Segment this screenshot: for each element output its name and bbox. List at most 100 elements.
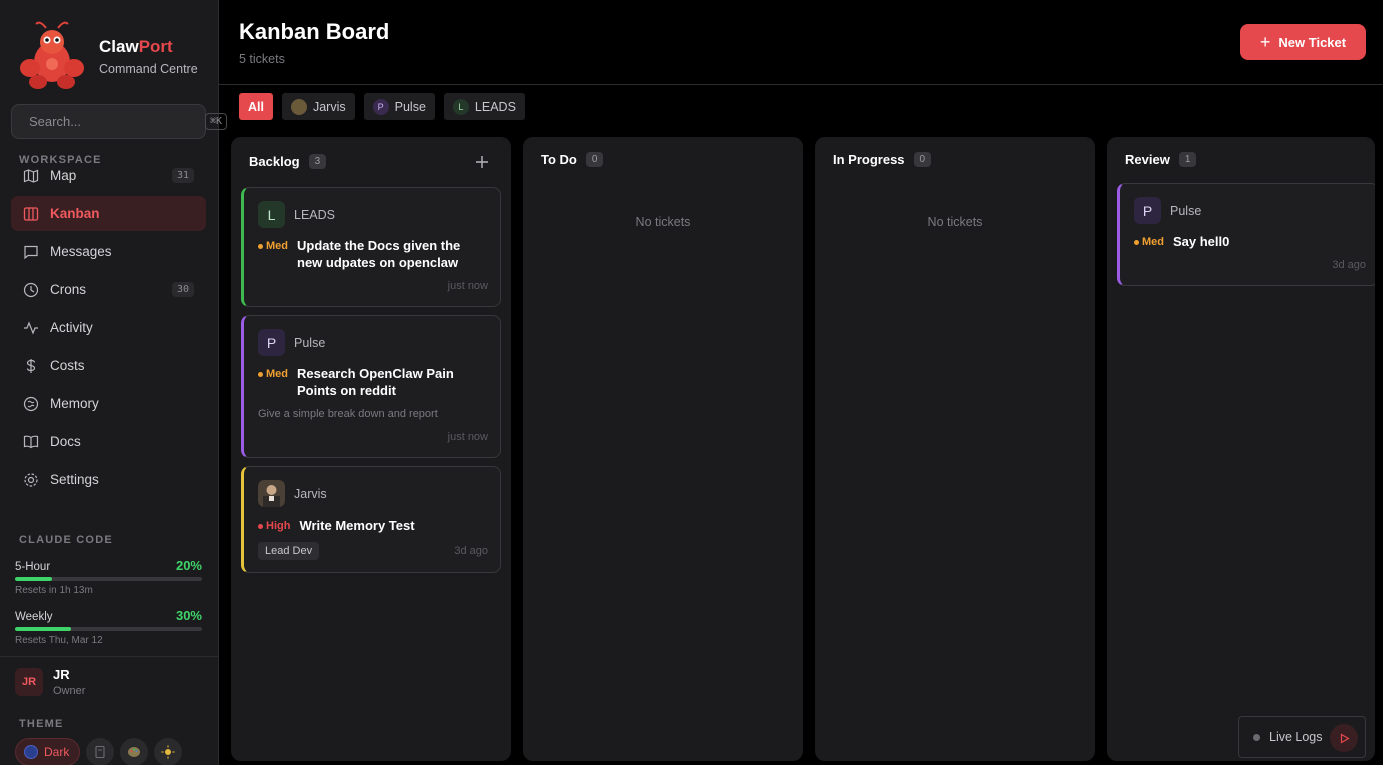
filter-all[interactable]: All — [239, 93, 273, 120]
column-title: To Do — [541, 152, 577, 167]
theme-palette-button[interactable] — [120, 738, 149, 765]
column-backlog: Backlog 3 L LEADS Med Update the Docs gi… — [231, 137, 511, 761]
owner-name: Pulse — [294, 335, 326, 350]
ticket-title: Say hell0 — [1173, 234, 1230, 249]
status-dot — [1253, 733, 1260, 741]
column-title: Review — [1125, 152, 1170, 167]
theme-book-button[interactable] — [86, 738, 115, 765]
ticket-description: Give a simple break down and report — [258, 408, 438, 420]
owner-avatar: P — [258, 329, 285, 356]
owner-avatar: P — [1134, 197, 1161, 224]
theme-dark-button[interactable]: Dark — [15, 738, 81, 765]
ticket-title: Update the Docs given the new udpates on… — [297, 238, 461, 270]
owner-name: Jarvis — [294, 486, 327, 501]
column-todo: To Do 0 No tickets — [523, 137, 803, 761]
priority-badge: High — [258, 520, 290, 532]
priority-badge: Med — [258, 368, 288, 380]
user-profile[interactable]: JR JR Owner — [15, 667, 85, 697]
gear-icon — [24, 472, 38, 487]
brand-name: ClawPort — [99, 36, 173, 56]
dollar-icon — [26, 358, 36, 373]
sidebar-item-memory[interactable]: Memory — [11, 386, 206, 421]
ticket-count: 5 tickets — [239, 52, 285, 66]
usage-5hour: 5-Hour 20% Resets in 1h 13m — [15, 558, 202, 596]
owner-name: LEADS — [294, 207, 335, 222]
globe-icon — [24, 745, 38, 759]
kanban-icon — [23, 206, 39, 221]
ticket-card[interactable]: L LEADS Med Update the Docs given the ne… — [241, 187, 501, 307]
activity-icon — [24, 320, 38, 335]
ticket-time: just now — [447, 280, 488, 292]
brand[interactable]: ClawPort Command Centre — [16, 20, 198, 92]
page-header: Kanban Board 5 tickets + New Ticket — [219, 0, 1383, 85]
live-logs-button[interactable]: Live Logs — [1238, 716, 1366, 758]
message-icon — [24, 245, 38, 259]
filter-jarvis[interactable]: Jarvis — [281, 93, 355, 120]
usage-weekly: Weekly 30% Resets Thu, Mar 12 — [15, 608, 202, 646]
user-role: Owner — [53, 685, 86, 697]
brain-icon — [23, 396, 39, 411]
ticket-card[interactable]: Jarvis High Write Memory Test Lead Dev 3… — [241, 466, 501, 573]
sidebar-item-docs[interactable]: Docs — [11, 424, 206, 459]
search-shortcut: ⌘K — [205, 113, 228, 130]
add-ticket-icon[interactable] — [475, 155, 489, 169]
search-box[interactable]: ⌘K — [11, 104, 228, 139]
nav-count: 30 — [171, 282, 194, 297]
ticket-time: 3d ago — [454, 545, 488, 557]
ticket-title: Write Memory Test — [299, 518, 415, 533]
ticket-title: Research OpenClaw Pain Points on reddit — [297, 366, 454, 398]
column-review: Review 1 P Pulse Med Say hell0 3d ago — [1107, 137, 1375, 761]
usage-bar — [15, 627, 202, 631]
palette-icon — [128, 747, 141, 757]
ticket-time: just now — [447, 431, 488, 443]
pulse-avatar: P — [372, 98, 389, 115]
sidebar-nav: Map 31 Kanban Messages Crons 30 Activity… — [11, 168, 206, 500]
column-title: Backlog — [249, 154, 300, 169]
sidebar-item-map[interactable]: Map 31 — [11, 158, 206, 193]
priority-badge: Med — [258, 240, 288, 252]
sidebar-item-crons[interactable]: Crons 30 — [11, 272, 206, 307]
page-title: Kanban Board — [239, 19, 390, 44]
sidebar: ClawPort Command Centre ⌘K WORKSPACE Map… — [0, 0, 228, 765]
ticket-time: 3d ago — [1332, 259, 1366, 271]
column-count: 0 — [585, 152, 604, 167]
plus-icon: + — [1259, 31, 1271, 52]
search-input[interactable] — [29, 114, 205, 129]
book-icon — [95, 745, 105, 759]
agent-filters: All Jarvis P Pulse L LEADS — [239, 93, 534, 120]
filter-leads[interactable]: L LEADS — [443, 93, 525, 120]
divider — [0, 656, 218, 657]
sidebar-item-kanban[interactable]: Kanban — [11, 196, 206, 231]
filter-pulse[interactable]: P Pulse — [363, 93, 435, 120]
empty-state: No tickets — [635, 215, 691, 229]
brand-subtitle: Command Centre — [99, 61, 198, 76]
ticket-card[interactable]: P Pulse Med Research OpenClaw Pain Point… — [241, 315, 501, 458]
column-count: 3 — [308, 154, 327, 169]
empty-state: No tickets — [927, 215, 983, 229]
sun-icon — [161, 745, 175, 759]
usage-bar — [15, 577, 202, 581]
theme-label: THEME — [19, 718, 64, 730]
sidebar-item-settings[interactable]: Settings — [11, 462, 206, 497]
map-icon — [23, 168, 39, 183]
column-title: In Progress — [833, 152, 905, 167]
leads-avatar: L — [452, 98, 469, 115]
theme-light-button[interactable] — [154, 738, 183, 765]
play-icon[interactable] — [1330, 724, 1358, 752]
sidebar-item-activity[interactable]: Activity — [11, 310, 206, 345]
new-ticket-button[interactable]: + New Ticket — [1240, 24, 1366, 60]
claude-code-label: CLAUDE CODE — [19, 534, 113, 546]
book-icon — [23, 435, 39, 448]
user-name: JR — [53, 667, 70, 682]
lobster-logo-icon — [20, 21, 84, 89]
column-count: 1 — [1178, 152, 1197, 167]
owner-avatar: L — [258, 201, 285, 228]
clock-icon — [23, 282, 39, 297]
ticket-card[interactable]: P Pulse Med Say hell0 3d ago — [1117, 183, 1375, 286]
sidebar-item-messages[interactable]: Messages — [11, 234, 206, 269]
sidebar-item-costs[interactable]: Costs — [11, 348, 206, 383]
avatar: JR — [15, 668, 43, 696]
ticket-tag: Lead Dev — [258, 542, 320, 560]
jarvis-avatar — [290, 98, 307, 115]
nav-count: 31 — [171, 168, 194, 183]
